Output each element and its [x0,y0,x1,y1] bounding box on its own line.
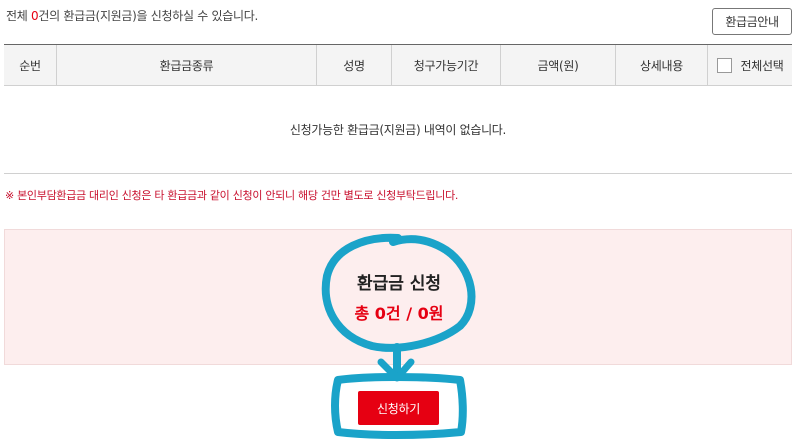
col-claim-period: 청구가능기간 [392,45,501,85]
summary-prefix: 전체 [6,9,31,23]
col-name: 성명 [317,45,392,85]
col-seq: 순번 [4,45,57,85]
apply-title: 환급금 신청 [356,274,442,294]
apply-summary-box: 환급금 신청 총 0건 / 0원 [4,229,792,365]
col-refund-type: 환급금종류 [57,45,317,85]
proxy-application-notice: ※ 본인부담환급금 대리인 신청은 타 환급금과 같이 신청이 안되니 해당 건… [5,189,459,202]
col-details: 상세내용 [616,45,708,85]
summary-suffix: 건의 환급금(지원금)을 신청하실 수 있습니다. [38,9,259,23]
refund-table: 순번 환급금종류 성명 청구가능기간 금액(원) 상세내용 전체선택 신청가능한… [4,44,792,174]
col-amount: 금액(원) [501,45,616,85]
apply-total: 총 0건 / 0원 [354,304,444,323]
table-header: 순번 환급금종류 성명 청구가능기간 금액(원) 상세내용 전체선택 [4,45,792,86]
empty-table-message: 신청가능한 환급금(지원금) 내역이 없습니다. [289,123,507,137]
apply-button[interactable]: 신청하기 [358,391,439,425]
select-all-label: 전체선택 [740,58,784,73]
select-all-header: 전체선택 [708,45,792,85]
refund-summary: 전체 0건의 환급금(지원금)을 신청하실 수 있습니다. [6,7,258,24]
refund-guide-button[interactable]: 환급금안내 [712,8,792,35]
select-all-checkbox[interactable] [716,57,732,73]
